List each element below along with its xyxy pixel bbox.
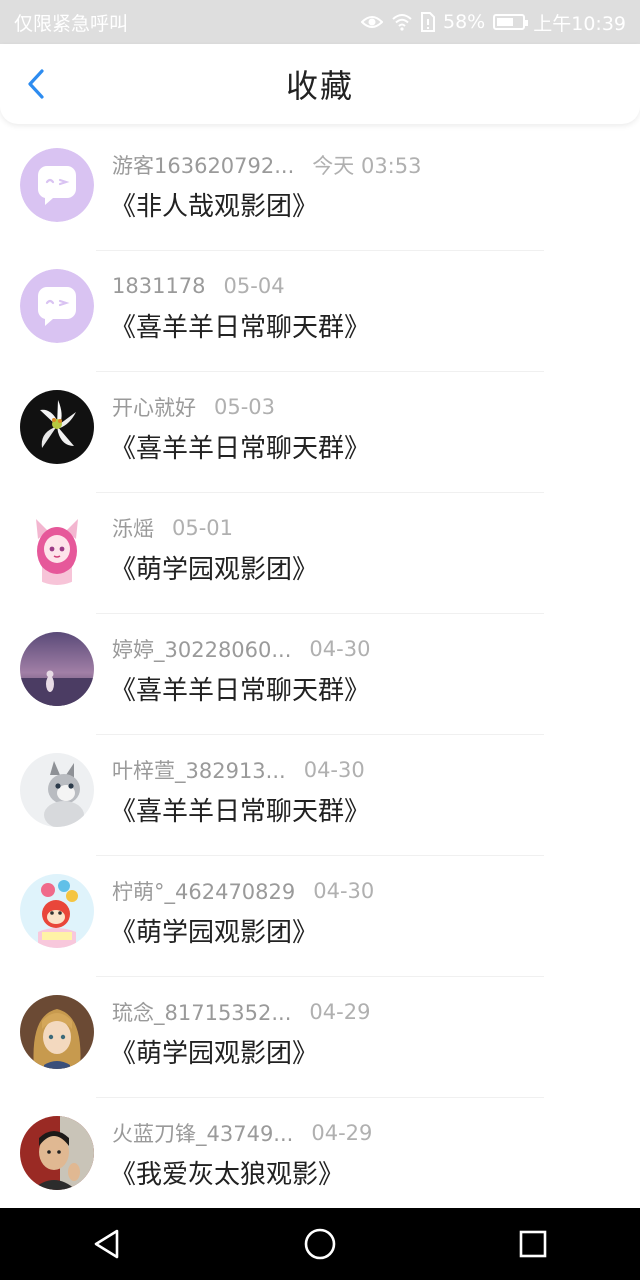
group-name: 《喜羊羊日常聊天群》 [110, 797, 371, 827]
default-chat-avatar [20, 148, 94, 222]
eye-icon [361, 14, 383, 30]
app-header: 收藏 [0, 44, 640, 124]
list-item[interactable]: 泺熎 05-01 《萌学园观影团》 [0, 493, 640, 614]
status-bar: 仅限紧急呼叫 58% 上午10:39 [0, 0, 640, 44]
group-name: 《我爱灰太狼观影》 [110, 1160, 345, 1190]
timestamp: 今天 03:53 [312, 154, 422, 178]
timestamp: 05-01 [172, 516, 234, 540]
username: 1831178 [112, 274, 206, 298]
item-meta: 火蓝刀锋_43749... 04-29 [112, 1118, 372, 1148]
group-name: 《喜羊羊日常聊天群》 [110, 676, 371, 706]
list-item[interactable]: ⁢⁢开心就好 05-03 《喜羊羊日常聊天群》 [0, 372, 640, 493]
nav-recents-button[interactable] [503, 1214, 563, 1274]
list-item[interactable]: 游客163620792... 今天 03:53 《非人哉观影团》 [0, 130, 640, 251]
username: 柠萌°_462470829 [112, 880, 296, 904]
group-name: 《喜羊羊日常聊天群》 [110, 434, 371, 464]
group-name: 《萌学园观影团》 [110, 555, 319, 585]
home-circle-icon [304, 1228, 336, 1260]
sunset-avatar [20, 632, 94, 706]
username: 琉念_81715352... [112, 1001, 292, 1025]
cartoon-avatar [20, 874, 94, 948]
status-time: 上午10:39 [533, 12, 626, 35]
photo-avatar [20, 1116, 94, 1190]
list-item[interactable]: 琉念_81715352... 04-29 《萌学园观影团》 [0, 977, 640, 1098]
anime-portrait-avatar [20, 995, 94, 1069]
favorites-list: 游客163620792... 今天 03:53 《非人哉观影团》 1831178… [0, 130, 640, 1219]
item-meta: 泺熎 05-01 [112, 513, 233, 543]
recents-square-icon [520, 1230, 547, 1258]
username: 泺熎 [112, 517, 154, 541]
group-name: 《非人哉观影团》 [110, 192, 319, 222]
timestamp: 04-30 [303, 758, 365, 782]
back-triangle-icon [94, 1229, 118, 1259]
item-meta: 婷婷_30228060... 04-30 [112, 634, 370, 664]
item-meta: ⁢⁢开心就好 05-03 [112, 392, 275, 422]
kitten-avatar [20, 753, 94, 827]
username: 游客163620792... [112, 154, 295, 178]
item-meta: 叶梓萱_382913... 04-30 [112, 755, 365, 785]
item-meta: 柠萌°_462470829 04-30 [112, 876, 374, 906]
wifi-icon [391, 13, 413, 31]
page-title: 收藏 [285, 67, 354, 105]
group-name: 《喜羊羊日常聊天群》 [110, 313, 371, 343]
list-item[interactable]: 叶梓萱_382913... 04-30 《喜羊羊日常聊天群》 [0, 735, 640, 856]
item-meta: 1831178 05-04 [112, 271, 285, 301]
username: 叶梓萱_382913... [112, 759, 286, 783]
list-item[interactable]: 火蓝刀锋_43749... 04-29 《我爱灰太狼观影》 [0, 1098, 640, 1219]
battery-icon [493, 14, 529, 30]
list-item[interactable]: 1831178 05-04 《喜羊羊日常聊天群》 [0, 251, 640, 372]
list-item[interactable]: 婷婷_30228060... 04-30 《喜羊羊日常聊天群》 [0, 614, 640, 735]
username: ⁢⁢开心就好 [112, 396, 196, 420]
anime-girl-avatar [20, 511, 94, 585]
status-carrier-text: 仅限紧急呼叫 [14, 12, 129, 35]
item-meta: 游客163620792... 今天 03:53 [112, 150, 421, 180]
lily-flower-avatar [20, 390, 94, 464]
timestamp: 05-03 [214, 395, 276, 419]
list-item[interactable]: 柠萌°_462470829 04-30 《萌学园观影团》 [0, 856, 640, 977]
nav-back-button[interactable] [77, 1214, 137, 1274]
timestamp: 05-04 [223, 274, 285, 298]
status-icons: 58% 上午10:39 [361, 9, 626, 36]
group-name: 《萌学园观影团》 [110, 918, 319, 948]
group-name: 《萌学园观影团》 [110, 1039, 319, 1069]
timestamp: 04-29 [309, 1000, 371, 1024]
timestamp: 04-30 [309, 637, 371, 661]
username: 婷婷_30228060... [112, 638, 292, 662]
nav-home-button[interactable] [290, 1214, 350, 1274]
timestamp: 04-29 [311, 1121, 373, 1145]
system-nav-bar [0, 1208, 640, 1280]
default-chat-avatar [20, 269, 94, 343]
battery-percent: 58% [443, 11, 486, 33]
item-meta: 琉念_81715352... 04-29 [112, 997, 370, 1027]
sim-icon [421, 12, 435, 32]
timestamp: 04-30 [313, 879, 375, 903]
username: 火蓝刀锋_43749... [112, 1122, 294, 1146]
